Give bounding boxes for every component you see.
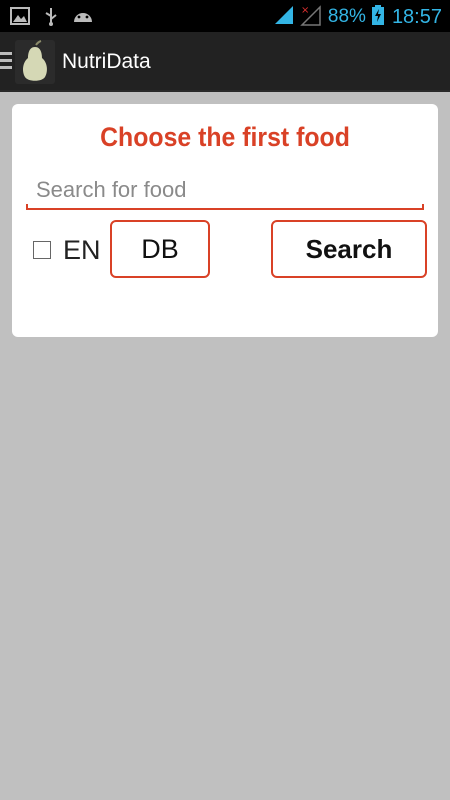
app-title: NutriData xyxy=(62,50,151,73)
status-bar: × 88% 18:57 xyxy=(0,0,450,32)
battery-percent: 88% xyxy=(327,6,366,27)
android-icon xyxy=(72,8,94,28)
search-input-underline xyxy=(26,204,424,210)
clock: 18:57 xyxy=(391,6,442,28)
wifi-icon xyxy=(274,5,294,29)
action-bar: NutriData xyxy=(0,32,450,92)
db-button[interactable]: DB xyxy=(110,220,210,278)
drawer-menu-icon[interactable] xyxy=(0,52,12,72)
battery-charging-icon xyxy=(371,5,384,29)
svg-text:×: × xyxy=(301,5,309,16)
no-signal-icon: × xyxy=(300,4,322,30)
image-icon xyxy=(10,7,30,29)
search-input[interactable] xyxy=(26,168,424,212)
en-checkbox[interactable] xyxy=(33,241,51,259)
pear-icon[interactable] xyxy=(15,40,55,84)
notification-icons xyxy=(10,6,94,30)
search-button[interactable]: Search xyxy=(271,220,427,278)
system-icons: × 88% 18:57 xyxy=(274,4,442,30)
usb-icon xyxy=(44,6,58,30)
en-checkbox-label[interactable]: EN xyxy=(63,234,101,266)
food-search-card: Choose the first food EN DB Search xyxy=(12,104,438,337)
card-title: Choose the first food xyxy=(100,122,350,152)
